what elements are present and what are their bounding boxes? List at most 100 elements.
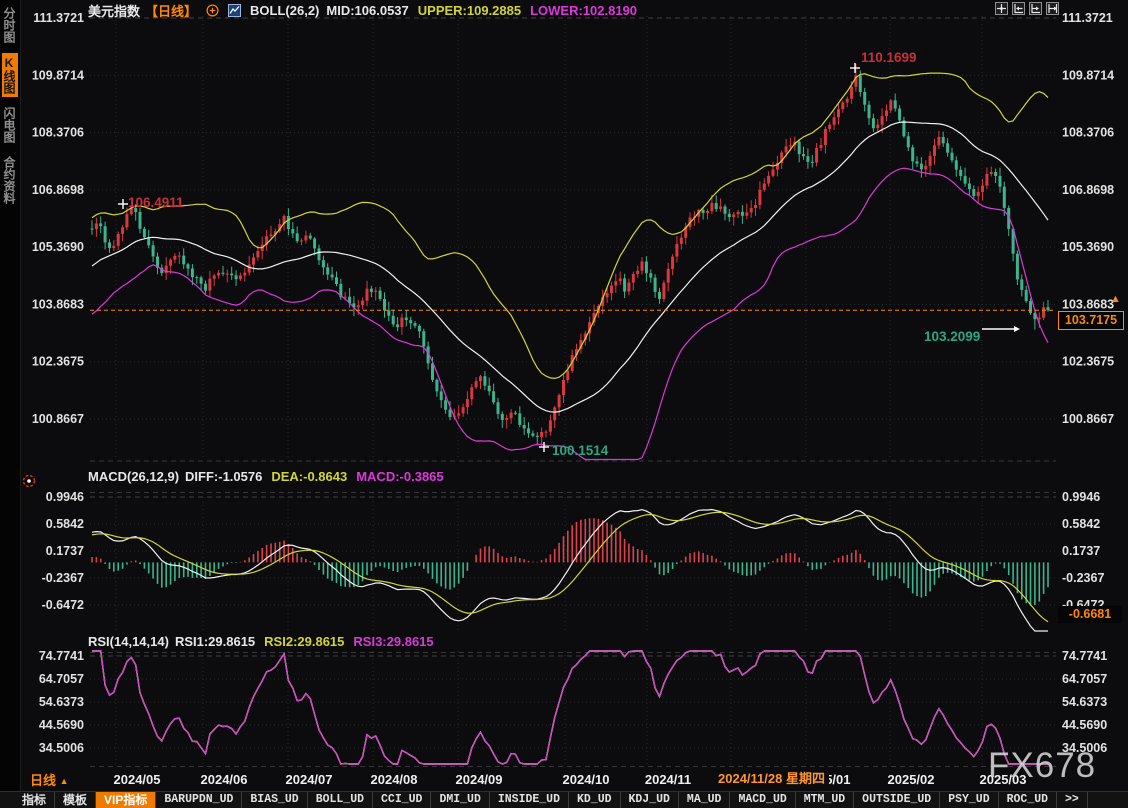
svg-text:-0.2367: -0.2367	[1062, 571, 1104, 585]
toolbar-item-14[interactable]: OUTSIDE_UD	[854, 792, 940, 808]
toolbar-item-11[interactable]: MA_UD	[679, 792, 731, 808]
period-tag[interactable]: 【日线】	[145, 1, 197, 20]
toolbar-item-4[interactable]: BIAS_UD	[242, 792, 307, 808]
toolbar-item-10[interactable]: KDJ_UD	[621, 792, 679, 808]
svg-text:0.9946: 0.9946	[1062, 490, 1100, 504]
sidebar-tab-kline[interactable]: K线图	[2, 53, 18, 97]
svg-text:54.6373: 54.6373	[1062, 695, 1107, 709]
period-selector[interactable]: 日线 ▲	[30, 770, 69, 789]
rsi1-value: RSI1:29.8615	[175, 634, 255, 649]
svg-text:109.8714: 109.8714	[1062, 68, 1114, 82]
svg-text:0.1737: 0.1737	[46, 544, 84, 558]
svg-text:-0.2367: -0.2367	[42, 571, 84, 585]
crosshair-date-tooltip: 2024/11/28 星期四	[714, 769, 829, 788]
svg-text:74.7741: 74.7741	[39, 649, 84, 663]
macd-diff-value: DIFF:-1.0576	[185, 469, 262, 484]
svg-text:103.8683: 103.8683	[1062, 297, 1114, 311]
period-arrow-icon: ▲	[60, 776, 69, 786]
boll-lower-value: LOWER:102.8190	[530, 3, 637, 18]
svg-text:2024/07: 2024/07	[286, 772, 333, 787]
last-price-badge: 103.7175	[1058, 311, 1124, 330]
svg-text:64.7057: 64.7057	[1062, 672, 1107, 686]
macd-indicator-icon[interactable]	[22, 474, 36, 488]
pan-right-icon[interactable]	[1046, 2, 1059, 15]
toolbar-item-5[interactable]: BOLL_UD	[308, 792, 373, 808]
toolbar-item-0[interactable]: 指标	[14, 792, 55, 808]
svg-text:-0.6472: -0.6472	[42, 598, 84, 612]
toolbar-item-9[interactable]: KD_UD	[569, 792, 621, 808]
crosshair-icon[interactable]	[995, 2, 1008, 15]
rsi-header: RSI(14,14,14) RSI1:29.8615 RSI2:29.8615 …	[88, 634, 434, 649]
svg-text:74.7741: 74.7741	[1062, 649, 1107, 663]
symbol-title: 美元指数	[88, 1, 140, 20]
rsi3-value: RSI3:29.8615	[353, 634, 433, 649]
toolbar-item-6[interactable]: CCI_UD	[373, 792, 431, 808]
toolbar-item-3[interactable]: BARUPDN_UD	[156, 792, 242, 808]
svg-text:2024/05: 2024/05	[114, 772, 161, 787]
toolbar-item-16[interactable]: ROC_UD	[999, 792, 1057, 808]
svg-text:0.9946: 0.9946	[46, 490, 84, 504]
sidebar-tab-lightning[interactable]: 闪电图	[2, 104, 18, 146]
svg-text:108.3706: 108.3706	[1062, 126, 1114, 140]
svg-text:2024/09: 2024/09	[456, 772, 503, 787]
svg-text:106.4911: 106.4911	[128, 195, 184, 210]
svg-text:2024/10: 2024/10	[563, 772, 610, 787]
svg-text:64.7057: 64.7057	[39, 672, 84, 686]
svg-text:0.5842: 0.5842	[46, 517, 84, 531]
chart-canvas[interactable]: 111.3721 111.3721 109.8714 109.8714 108.3706…	[0, 0, 1128, 808]
toolbar-item-17[interactable]: >>	[1057, 792, 1088, 808]
bottom-toolbar: 指标模板VIP指标BARUPDN_UDBIAS_UDBOLL_UDCCI_UDD…	[0, 791, 1128, 808]
macd-macd-value: MACD:-0.3865	[356, 469, 443, 484]
toolbar-item-8[interactable]: INSIDE_UD	[490, 792, 569, 808]
svg-text:100.1514: 100.1514	[552, 443, 609, 458]
rsi-name: RSI(14,14,14)	[88, 634, 169, 649]
svg-text:44.5690: 44.5690	[39, 718, 84, 732]
svg-text:2025/02: 2025/02	[888, 772, 935, 787]
add-indicator-icon[interactable]	[206, 4, 219, 17]
svg-text:110.1699: 110.1699	[861, 50, 917, 65]
left-sidebar: 分时图 K线图 闪电图 合约资料	[0, 0, 21, 791]
toolbar-item-7[interactable]: DMI_UD	[431, 792, 489, 808]
macd-dea-value: DEA:-0.8643	[271, 469, 347, 484]
macd-axis-badge: -0.6681	[1058, 606, 1122, 623]
sidebar-tab-contract-info[interactable]: 合约资料	[2, 153, 18, 207]
rsi2-value: RSI2:29.8615	[264, 634, 344, 649]
svg-text:2024/08: 2024/08	[371, 772, 418, 787]
chart-header: 美元指数 【日线】 BOLL(26,2) MID:106.0537 UPPER:…	[88, 1, 637, 20]
svg-text:2024/11: 2024/11	[645, 772, 691, 787]
svg-text:2024/06: 2024/06	[201, 772, 248, 787]
toolbar-item-2[interactable]: VIP指标	[96, 792, 156, 808]
indicator-chart-icon[interactable]	[228, 4, 241, 17]
svg-text:109.8714: 109.8714	[32, 68, 84, 82]
price-up-arrow-icon: ▲	[1110, 293, 1121, 305]
svg-text:103.2099: 103.2099	[924, 329, 980, 344]
watermark: FX678	[988, 746, 1096, 786]
svg-text:102.3675: 102.3675	[1062, 355, 1114, 369]
macd-name: MACD(26,12,9)	[88, 469, 179, 484]
sidebar-tab-timeshare[interactable]: 分时图	[2, 4, 18, 46]
toolbar-item-12[interactable]: MACD_UD	[730, 792, 795, 808]
svg-text:106.8698: 106.8698	[32, 183, 84, 197]
toolbar-item-15[interactable]: PSY_UD	[940, 792, 998, 808]
scale-left-icon[interactable]	[1012, 2, 1025, 15]
svg-text:0.1737: 0.1737	[1062, 544, 1100, 558]
toolbar-item-13[interactable]: MTM_UD	[796, 792, 854, 808]
svg-text:44.5690: 44.5690	[1062, 718, 1107, 732]
toolbar-item-1[interactable]: 模板	[55, 792, 96, 808]
svg-text:34.5006: 34.5006	[39, 741, 84, 755]
macd-header: MACD(26,12,9) DIFF:-1.0576 DEA:-0.8643 M…	[88, 469, 444, 484]
app-window: 111.3721 111.3721 109.8714 109.8714 108.3706…	[0, 0, 1128, 808]
boll-upper-value: UPPER:109.2885	[418, 3, 521, 18]
svg-text:102.3675: 102.3675	[32, 355, 84, 369]
boll-indicator-label: BOLL(26,2)	[250, 3, 319, 18]
svg-text:106.8698: 106.8698	[1062, 183, 1114, 197]
svg-text:105.3690: 105.3690	[32, 240, 84, 254]
svg-text:103.8683: 103.8683	[32, 297, 84, 311]
svg-text:111.3721: 111.3721	[33, 11, 84, 25]
svg-text:105.3690: 105.3690	[1062, 240, 1114, 254]
svg-text:108.3706: 108.3706	[32, 126, 84, 140]
svg-text:54.6373: 54.6373	[39, 695, 84, 709]
svg-text:111.3721: 111.3721	[1062, 11, 1113, 25]
scale-right-icon[interactable]	[1029, 2, 1042, 15]
period-label: 日线	[30, 773, 56, 788]
